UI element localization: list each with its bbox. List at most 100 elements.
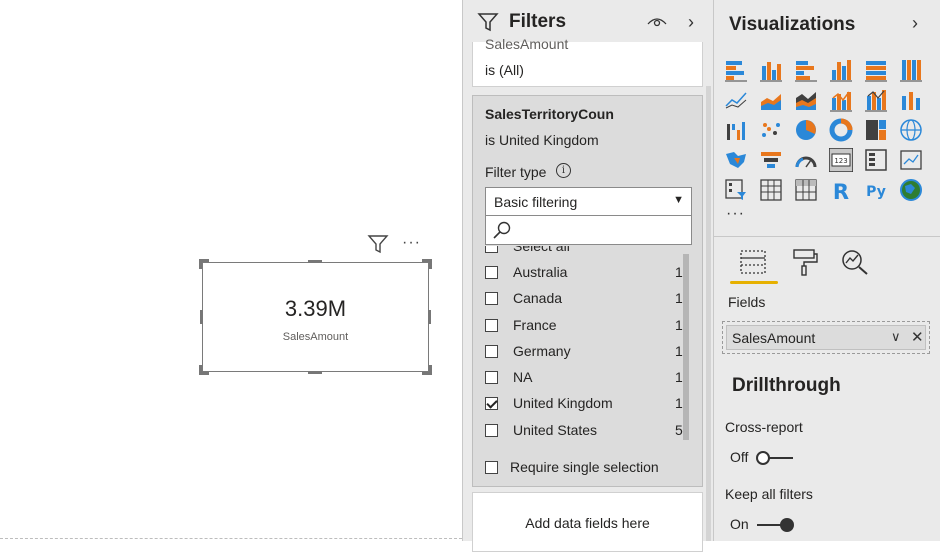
list-item-label: Canada [513, 290, 563, 306]
list-item-label: NA [513, 369, 533, 385]
keep-all-filters-toggle[interactable] [755, 517, 795, 533]
gauge-icon[interactable] [794, 148, 818, 172]
report-canvas[interactable]: ··· 3.39M SalesAmount [0, 0, 462, 541]
list-item-count: 5 [675, 422, 683, 438]
scatter-chart-icon[interactable] [759, 118, 783, 142]
list-item[interactable]: NA 1 [485, 368, 685, 388]
list-item[interactable]: Australia 1 [485, 263, 685, 283]
100-stacked-column-chart-icon[interactable] [899, 58, 923, 82]
checkbox[interactable] [485, 319, 498, 332]
search-input[interactable] [485, 216, 692, 245]
checkbox[interactable] [485, 345, 498, 358]
list-item-label: Select all [513, 246, 570, 254]
checkbox[interactable] [485, 266, 498, 279]
clustered-bar-chart-icon[interactable] [794, 58, 818, 82]
list-item[interactable]: United States 5 [485, 421, 685, 441]
filter-type-dropdown[interactable]: Basic filtering ▼ [485, 187, 692, 216]
map-icon[interactable] [899, 118, 923, 142]
visual-filter-icon[interactable] [367, 234, 389, 254]
funnel-icon[interactable] [759, 148, 783, 172]
resize-handle[interactable] [199, 259, 202, 269]
checkbox[interactable] [485, 461, 498, 474]
cross-report-state: Off [730, 449, 749, 465]
list-item-label: France [513, 317, 557, 333]
100-stacked-bar-chart-icon[interactable] [864, 58, 888, 82]
require-single-selection-label: Require single selection [510, 459, 659, 475]
resize-handle[interactable] [428, 310, 431, 324]
filter-values-list[interactable]: Select all Australia 1 Canada 1 France 1… [473, 246, 687, 441]
list-item-count: 1 [675, 290, 683, 306]
r-visual-icon[interactable]: R [829, 178, 853, 202]
list-item[interactable]: United Kingdom 1 [485, 394, 685, 414]
more-visuals-icon[interactable]: ··· [726, 205, 745, 223]
require-single-selection-option[interactable]: Require single selection [485, 458, 705, 478]
visualizations-pane: Visualizations › 123 R Py ··· Fields Sales… [713, 0, 940, 541]
line-stacked-column-icon[interactable] [864, 88, 888, 112]
card-category-label: SalesAmount [282, 331, 349, 343]
collapse-visualizations-chevron-icon[interactable]: › [912, 13, 918, 34]
svg-text:Py: Py [866, 184, 886, 200]
checkbox-checked[interactable] [485, 397, 498, 410]
treemap-icon[interactable] [864, 118, 888, 142]
filter-card-condition: is (All) [485, 62, 524, 78]
line-clustered-column-icon[interactable] [829, 88, 853, 112]
collapse-filters-chevron-icon[interactable]: › [688, 12, 694, 33]
list-item-count: 1 [675, 264, 683, 280]
ribbon-chart-icon[interactable] [899, 88, 923, 112]
table-icon[interactable] [759, 178, 783, 202]
list-item[interactable]: Germany 1 [485, 342, 685, 362]
more-options-icon[interactable]: ··· [402, 235, 421, 251]
list-item-select-all[interactable]: Select all [485, 246, 685, 257]
filled-map-icon[interactable] [724, 148, 748, 172]
list-item[interactable]: Canada 1 [485, 289, 685, 309]
list-item-label: United States [513, 422, 598, 438]
area-chart-icon[interactable] [759, 88, 783, 112]
resize-handle[interactable] [308, 371, 322, 374]
card-value: 3.39M [284, 296, 347, 321]
multi-row-card-icon[interactable] [864, 148, 888, 172]
resize-handle[interactable] [308, 260, 322, 263]
checkbox[interactable] [485, 246, 498, 253]
python-visual-icon[interactable]: Py [864, 178, 888, 202]
matrix-icon[interactable] [794, 178, 818, 202]
eye-icon[interactable] [647, 15, 667, 29]
resize-handle[interactable] [199, 365, 202, 375]
fields-tab-icon[interactable] [738, 248, 768, 276]
filter-card-salesamount[interactable]: SalesAmount is (All) [472, 36, 703, 87]
arcgis-map-icon[interactable] [899, 178, 923, 202]
pie-chart-icon[interactable] [794, 118, 818, 142]
line-chart-icon[interactable] [724, 88, 748, 112]
slicer-icon[interactable] [724, 178, 748, 202]
resize-handle[interactable] [429, 259, 432, 269]
info-icon[interactable]: i [556, 163, 571, 178]
stacked-bar-chart-icon[interactable] [724, 58, 748, 82]
cross-report-toggle[interactable] [755, 450, 795, 466]
list-item-label: United Kingdom [513, 395, 613, 411]
field-pill[interactable]: SalesAmount ∨ ✕ [726, 325, 926, 350]
format-paint-roller-icon[interactable] [792, 248, 818, 276]
filters-title: Filters [509, 11, 567, 32]
checkbox[interactable] [485, 292, 498, 305]
card-icon[interactable]: 123 [829, 148, 853, 172]
filter-type-label: Filter type [485, 164, 547, 180]
chevron-down-icon[interactable]: ∨ [891, 329, 901, 345]
stacked-area-chart-icon[interactable] [794, 88, 818, 112]
list-scrollbar[interactable] [683, 254, 689, 440]
remove-field-close-icon[interactable]: ✕ [911, 328, 924, 346]
kpi-icon[interactable] [899, 148, 923, 172]
card-visual[interactable]: 3.39M SalesAmount [199, 259, 432, 375]
waterfall-chart-icon[interactable] [724, 118, 748, 142]
donut-chart-icon[interactable] [829, 118, 853, 142]
list-item-count: 1 [675, 317, 683, 333]
list-item[interactable]: France 1 [485, 316, 685, 336]
analytics-magnifier-icon[interactable] [840, 248, 870, 276]
checkbox[interactable] [485, 371, 498, 384]
filter-card-territory[interactable]: SalesTerritoryCoun is United Kingdom Fil… [472, 95, 703, 487]
field-well[interactable]: SalesAmount ∨ ✕ [722, 321, 930, 354]
checkbox[interactable] [485, 424, 498, 437]
stacked-column-chart-icon[interactable] [759, 58, 783, 82]
filters-pane-scrollbar[interactable] [706, 86, 711, 541]
add-data-fields-dropzone[interactable]: Add data fields here [472, 492, 703, 552]
clustered-column-chart-icon[interactable] [829, 58, 853, 82]
resize-handle[interactable] [429, 365, 432, 375]
